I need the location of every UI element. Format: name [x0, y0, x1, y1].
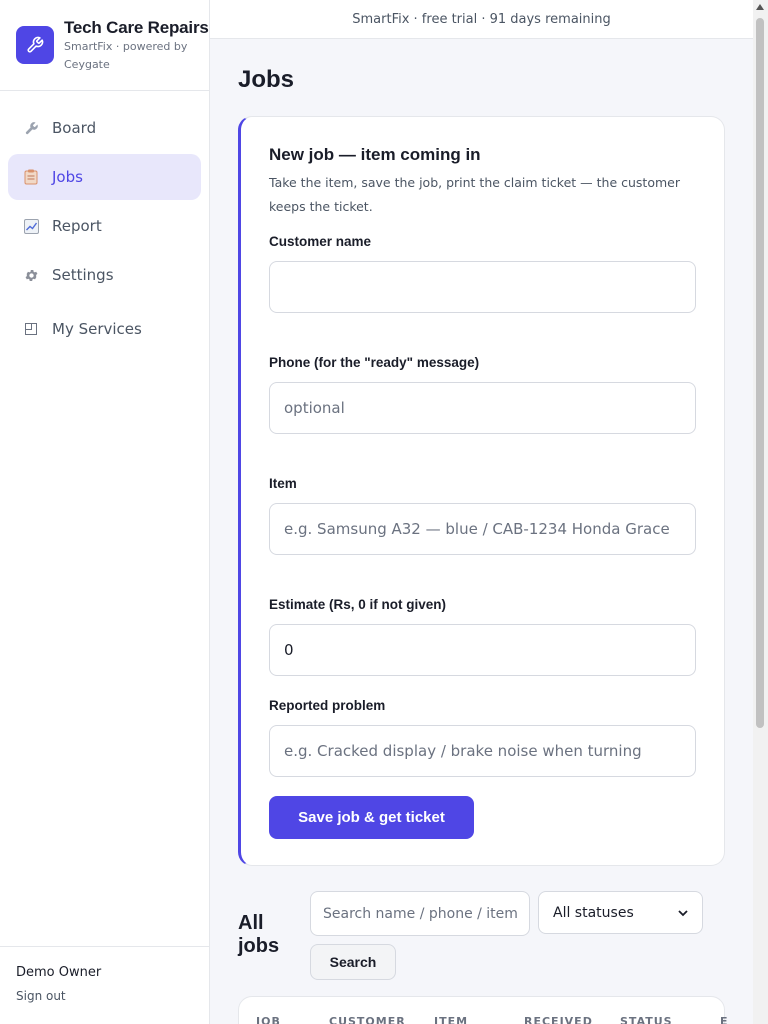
item-input[interactable]	[269, 503, 696, 555]
sidebar-item-label: My Services	[52, 320, 142, 338]
chevron-down-icon	[678, 905, 688, 921]
problem-label: Reported problem	[269, 698, 386, 713]
chart-icon	[22, 217, 40, 235]
new-job-card: New job — item coming in Take the item, …	[238, 116, 725, 866]
status-filter-value: All statuses	[553, 904, 634, 921]
wrench-icon	[16, 26, 54, 64]
customer-name-input[interactable]	[269, 261, 696, 313]
column-header-customer: CUSTOMER	[329, 1015, 406, 1024]
customer-name-label: Customer name	[269, 234, 372, 249]
page-title: Jobs	[238, 66, 295, 93]
sidebar-item-label: Settings	[52, 266, 114, 284]
sign-out-link[interactable]: Sign out	[16, 989, 66, 1003]
user-box: Demo Owner Sign out	[0, 946, 209, 1024]
jobs-table: JOB CUSTOMER ITEM RECEIVED STATUS E	[238, 996, 728, 1024]
sidebar: Tech Care Repairs SmartFix · powered by …	[0, 0, 210, 1024]
scroll-up-arrow-icon[interactable]	[756, 4, 764, 10]
brand-name: Tech Care Repairs	[64, 18, 209, 37]
gear-icon	[22, 266, 40, 284]
window-icon	[22, 320, 40, 338]
column-header-received: RECEIVED	[524, 1015, 593, 1024]
all-jobs-title: All jobs	[238, 912, 280, 957]
estimate-label: Estimate (Rs, 0 if not given)	[269, 597, 447, 612]
clipboard-icon	[22, 168, 40, 186]
sidebar-item-report[interactable]: Report	[8, 203, 201, 249]
column-header-extra: E	[720, 1015, 729, 1024]
scrollbar-thumb[interactable]	[756, 18, 764, 728]
new-job-description: Take the item, save the job, print the c…	[269, 175, 680, 214]
column-header-item: ITEM	[434, 1015, 469, 1024]
phone-label: Phone (for the "ready" message)	[269, 355, 480, 370]
sidebar-item-label: Board	[52, 119, 97, 137]
sidebar-item-label: Report	[52, 217, 102, 235]
item-label: Item	[269, 476, 297, 491]
sidebar-item-label: Jobs	[52, 168, 83, 186]
sidebar-item-board[interactable]: Board	[8, 105, 201, 151]
phone-input[interactable]	[269, 382, 696, 434]
problem-input[interactable]	[269, 725, 696, 777]
scrollbar[interactable]	[753, 0, 768, 1024]
brand: Tech Care Repairs SmartFix · powered by …	[0, 0, 209, 91]
search-input[interactable]	[310, 891, 530, 936]
save-job-button[interactable]: Save job & get ticket	[269, 796, 474, 839]
brand-subtitle: SmartFix · powered by Ceygate	[64, 40, 188, 71]
column-header-job: JOB	[256, 1015, 281, 1024]
trial-banner: SmartFix · free trial · 91 days remainin…	[210, 0, 753, 39]
sidebar-item-jobs[interactable]: Jobs	[8, 154, 201, 200]
sidebar-nav: Board Jobs Report Settings My Services	[0, 91, 209, 352]
search-button[interactable]: Search	[310, 944, 396, 980]
wrench-icon	[22, 119, 40, 137]
status-filter-select[interactable]: All statuses	[538, 891, 703, 934]
new-job-title: New job — item coming in	[269, 145, 481, 164]
sidebar-item-settings[interactable]: Settings	[8, 252, 201, 298]
estimate-input[interactable]	[269, 624, 696, 676]
sidebar-item-my-services[interactable]: My Services	[8, 306, 201, 352]
column-header-status: STATUS	[620, 1015, 673, 1024]
user-name: Demo Owner	[16, 965, 102, 980]
main-content: SmartFix · free trial · 91 days remainin…	[210, 0, 753, 1024]
